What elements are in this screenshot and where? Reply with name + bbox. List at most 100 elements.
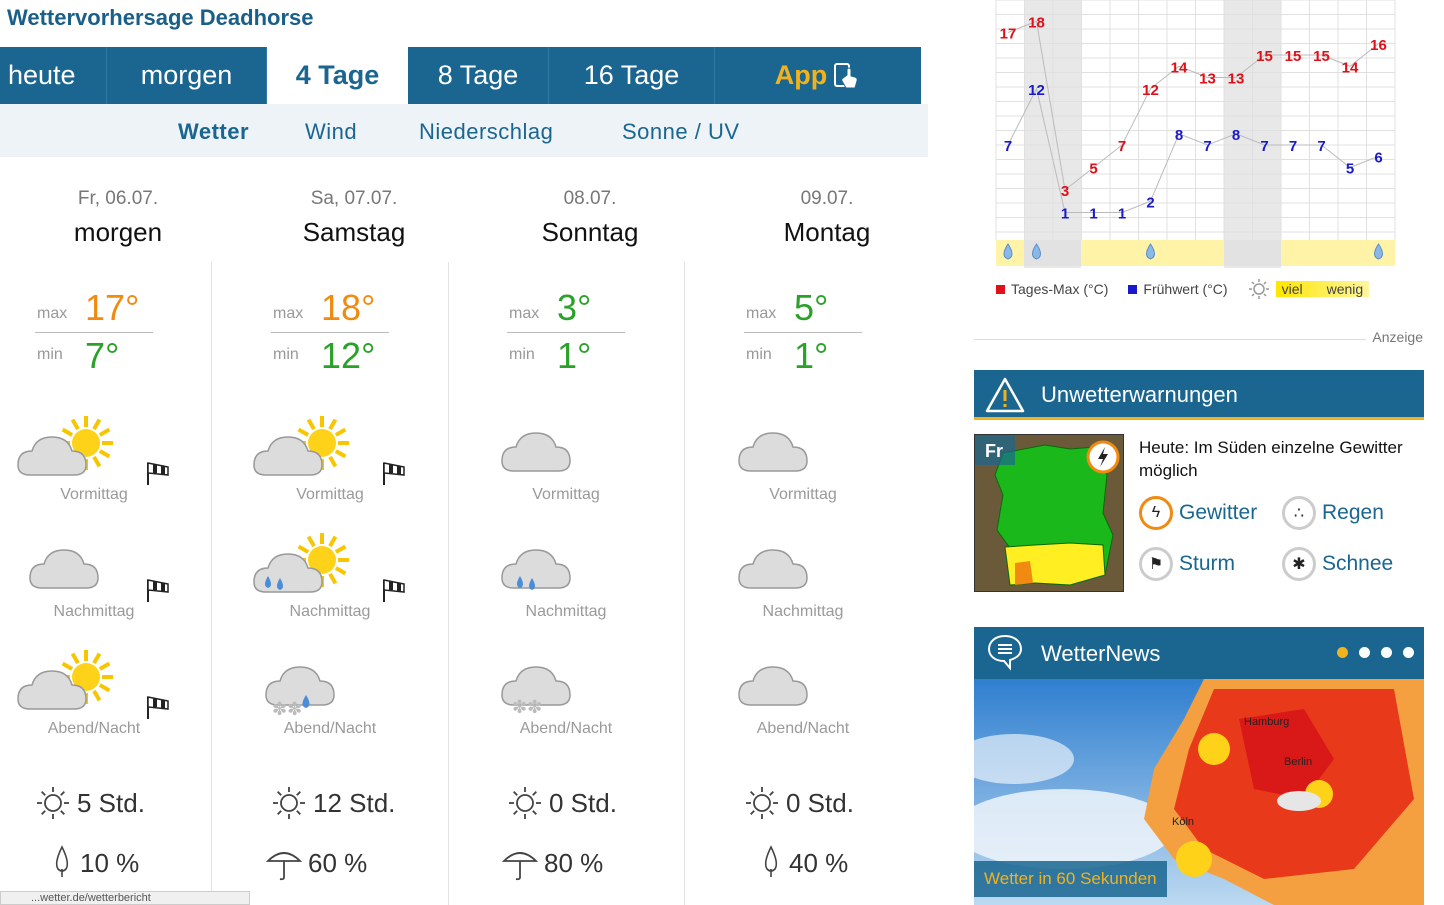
divider — [974, 339, 1366, 340]
map-day-label: Fr — [985, 441, 1003, 461]
germany-warning-map: Fr — [975, 435, 1123, 591]
rain-value: 60 % — [308, 847, 368, 878]
day-column[interactable]: Fr, 06.07. morgen max 17° min 7° Vormitta… — [0, 185, 236, 905]
sunshine-value: 12 Std. — [313, 787, 396, 818]
cloud-snow-icon: ✽✽ — [501, 666, 571, 718]
legend-early-swatch — [1128, 284, 1138, 294]
period-label: Nachmittag — [762, 603, 844, 620]
windsock-icon — [147, 462, 169, 485]
warning-type-gewitter[interactable]: ϟ Gewitter — [1139, 496, 1257, 530]
drop-icon — [764, 845, 778, 877]
tab-16-tage[interactable]: 16 Tage — [549, 47, 715, 104]
sun-scale: viel wenig — [1275, 281, 1370, 297]
windsock-icon — [383, 462, 405, 485]
early-temp-value: 8 — [1232, 127, 1240, 144]
early-temp-value: 7 — [1260, 138, 1268, 155]
early-temp-value: 1 — [1118, 206, 1126, 223]
day-column[interactable]: Sa, 07.07. Samstag max 18° min 12° Vormit… — [236, 185, 472, 905]
carousel-dot[interactable] — [1403, 647, 1414, 658]
sub-tabs: Wetter Wind Niederschlag Sonne / UV — [0, 104, 928, 157]
sunshine-bar-band — [1224, 240, 1281, 266]
max-temp-row: max 17° — [35, 285, 153, 333]
warnings-map[interactable]: Fr — [974, 434, 1124, 592]
early-temp-value: 5 — [1346, 161, 1354, 178]
rain-probability: 10 % — [50, 845, 139, 881]
city-label: Hamburg — [1244, 716, 1289, 728]
tab-heute[interactable]: heute — [0, 47, 107, 104]
early-temp-value: 6 — [1374, 149, 1382, 166]
max-temp-value: 15 — [1285, 48, 1302, 65]
rain-probability: 80 % — [502, 845, 603, 881]
max-temp: 17° — [85, 287, 140, 328]
subtab-wetter[interactable]: Wetter — [178, 119, 249, 145]
day-date: 08.07. — [563, 188, 617, 209]
warning-type-regen[interactable]: ∴ Regen — [1282, 496, 1384, 530]
max-temp-value: 15 — [1256, 48, 1273, 65]
sunshine-value: 0 Std. — [549, 787, 617, 818]
max-label: max — [37, 305, 68, 322]
status-bar: ...wetter.de/wetterbericht — [0, 891, 250, 905]
max-temp-value: 14 — [1171, 59, 1188, 76]
max-temp-row: max 5° — [744, 285, 862, 333]
max-temp-value: 17 — [1000, 26, 1017, 43]
sunshine-hours: 5 Std. — [35, 785, 145, 821]
sun-icon — [509, 787, 541, 819]
max-temp-value: 13 — [1199, 71, 1216, 88]
day-column[interactable]: 09.07. Montag max 5° min 1° Vormittag Nach… — [709, 185, 945, 905]
windsock-icon — [147, 579, 169, 602]
period-label: Nachmittag — [525, 603, 607, 620]
min-label: min — [273, 346, 299, 363]
max-label: max — [746, 305, 777, 322]
warning-type-sturm[interactable]: ⚑ Sturm — [1139, 547, 1235, 581]
news-header[interactable]: WetterNews — [974, 627, 1424, 679]
early-temp-value: 12 — [1028, 82, 1045, 99]
min-temp: 12° — [321, 335, 376, 376]
warnings-header[interactable]: Unwetterwarnungen — [974, 370, 1424, 420]
main-tabs: heute morgen 4 Tage 8 Tage 16 Tage App — [0, 47, 921, 104]
legend-viel: viel — [1281, 281, 1303, 297]
max-temp-value: 12 — [1142, 82, 1159, 99]
warning-type-schnee[interactable]: ✱ Schnee — [1282, 547, 1393, 581]
tab-app-label: App — [774, 60, 828, 90]
max-temp-value: 13 — [1228, 71, 1245, 88]
tab-app[interactable]: App — [715, 47, 921, 104]
sun-cloud-icon — [253, 416, 349, 476]
sun-cloud-rain-icon — [253, 533, 349, 593]
subtab-niederschlag[interactable]: Niederschlag — [419, 119, 553, 145]
carousel-dot[interactable] — [1381, 647, 1392, 658]
subtab-sonne-uv[interactable]: Sonne / UV — [622, 119, 740, 145]
cloud-snow-rain-icon: ✽✽ — [265, 666, 335, 720]
carousel-dot[interactable] — [1359, 647, 1370, 658]
max-label: max — [509, 305, 540, 322]
carousel-dot[interactable] — [1337, 647, 1348, 658]
sunshine-hours: 0 Std. — [744, 785, 854, 821]
sunshine-value: 5 Std. — [77, 787, 145, 818]
subtab-wind[interactable]: Wind — [305, 119, 357, 145]
early-temp-value: 7 — [1203, 138, 1211, 155]
max-temp-value: 18 — [1028, 14, 1045, 31]
period-label: Nachmittag — [53, 603, 135, 620]
max-temp-value: 7 — [1118, 138, 1126, 155]
cloud-icon — [738, 432, 808, 472]
tab-4-tage[interactable]: 4 Tage — [267, 47, 408, 104]
min-temp: 1° — [794, 335, 829, 376]
max-temp-value: 15 — [1313, 48, 1330, 65]
day-name: morgen — [73, 217, 163, 247]
day-column[interactable]: 08.07. Sonntag max 3° min 1° Vormittag Nac… — [472, 185, 708, 905]
legend-max-swatch — [996, 284, 1005, 294]
warning-triangle-icon — [985, 377, 1025, 413]
day-name: Samstag — [302, 217, 406, 247]
tab-8-tage[interactable]: 8 Tage — [408, 47, 549, 104]
carousel-dots — [1337, 647, 1414, 658]
temperature-chart: 1718357121413 1315 15 151416 7121 1 128787 7 75… — [995, 0, 1396, 268]
min-label: min — [509, 346, 535, 363]
tab-morgen[interactable]: morgen — [107, 47, 267, 104]
day-name: Montag — [783, 217, 871, 247]
rain-icon: ∴ — [1282, 496, 1316, 530]
news-caption[interactable]: Wetter in 60 Sekunden — [974, 861, 1167, 897]
svg-text:✽✽: ✽✽ — [512, 697, 542, 718]
day-name: Sonntag — [541, 217, 639, 247]
period-label: Abend/Nacht — [519, 720, 613, 737]
max-temp-value: 5 — [1089, 161, 1097, 178]
max-temp: 5° — [794, 287, 829, 328]
